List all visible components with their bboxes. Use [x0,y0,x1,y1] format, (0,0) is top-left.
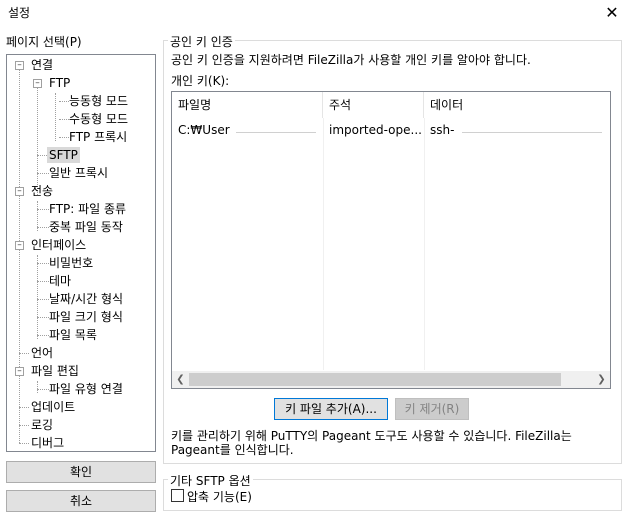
tree-item-file-editing[interactable]: 파일 편집 [29,363,81,379]
add-key-file-button[interactable]: 키 파일 추가(A)... [274,398,388,420]
tree-connector [19,69,20,443]
tree-connector [19,443,29,444]
tree-connector [19,425,29,426]
collapse-icon[interactable]: – [15,187,24,196]
pageant-note-line2: Pageant를 인식합니다. [171,443,294,457]
column-divider [424,118,425,370]
key-row-filename[interactable]: C:₩User [178,122,318,138]
pubkey-description: 공인 키 인증을 지원하려면 FileZilla가 사용할 개인 키를 알아야 … [171,53,531,67]
tree-item-interface[interactable]: 인터페이스 [29,237,88,253]
scrollbar-thumb[interactable] [189,373,561,386]
tree-connector [19,407,29,408]
tree-connector [37,85,38,195]
tree-item-language[interactable]: 언어 [29,345,55,361]
key-row-data[interactable]: ssh- [430,122,470,138]
tree-connector [55,93,56,141]
collapse-icon[interactable]: – [15,367,24,376]
tree-item-passive-mode[interactable]: 수동형 모드 [67,111,130,127]
tree-connector [19,353,29,354]
tree-item-active-mode[interactable]: 능동형 모드 [67,93,130,109]
tree-item-ftp[interactable]: FTP [47,75,72,91]
tree-item-ftp-proxy[interactable]: FTP 프록시 [67,129,129,145]
tree-item-date-time[interactable]: 날짜/시간 형식 [47,291,125,307]
compression-checkbox[interactable] [171,489,184,502]
cancel-button[interactable]: 취소 [6,490,156,512]
tree-item-filetype-assoc[interactable]: 파일 유형 연결 [47,381,125,397]
tree-item-themes[interactable]: 테마 [47,273,73,289]
collapse-icon[interactable]: – [33,79,42,88]
close-icon[interactable]: ✕ [600,0,624,24]
tree-item-generic-proxy[interactable]: 일반 프록시 [47,165,110,181]
column-divider [323,118,324,370]
tree-item-connection[interactable]: 연결 [29,57,55,73]
title-bar: 설정 ✕ [0,0,628,24]
tree-item-transfers[interactable]: 전송 [29,183,55,199]
other-sftp-group-title: 기타 SFTP 옵션 [168,472,253,489]
collapse-icon[interactable]: – [15,241,24,250]
scroll-right-icon[interactable]: ❯ [593,371,610,388]
column-header-data[interactable]: 데이터 [424,92,610,118]
tree-connector [37,255,38,339]
horizontal-scrollbar[interactable]: ❮ ❯ [172,371,610,388]
tree-item-file-types[interactable]: FTP: 파일 종류 [47,201,128,217]
redaction-mark [462,132,602,133]
private-keys-label: 개인 키(K): [171,74,230,88]
tree-item-filesize[interactable]: 파일 크기 형식 [47,309,125,325]
settings-tree[interactable]: – – – – – 연결 FTP 능동형 모드 수동형 모드 FTP 프록시 S… [6,54,156,452]
tree-connector [37,381,38,393]
window-title: 설정 [8,6,31,20]
tree-item-debug[interactable]: 디버그 [29,435,66,451]
tree-item-updates[interactable]: 업데이트 [29,399,77,415]
scroll-left-icon[interactable]: ❮ [172,371,189,388]
private-key-list[interactable]: 파일명 주석 데이터 C:₩User imported-ope... ssh- … [171,91,611,389]
compression-label[interactable]: 압축 기능(E) [187,488,252,505]
column-header-comment[interactable]: 주석 [323,92,424,118]
tree-item-passwords[interactable]: 비밀번호 [47,255,95,271]
tree-item-duplicate-action[interactable]: 중복 파일 동작 [47,219,125,235]
tree-item-logging[interactable]: 로깅 [29,417,55,433]
redaction-mark [236,132,316,133]
tree-item-sftp[interactable]: SFTP [47,147,80,163]
page-select-label: 페이지 선택(P) [6,35,82,49]
ok-button[interactable]: 확인 [6,461,156,483]
tree-item-file-lists[interactable]: 파일 목록 [47,327,99,343]
remove-key-button[interactable]: 키 제거(R) [395,398,469,420]
pubkey-group-title: 공인 키 인증 [168,33,235,50]
key-row-comment[interactable]: imported-ope... [329,122,421,138]
column-header-filename[interactable]: 파일명 [172,92,323,118]
collapse-icon[interactable]: – [15,61,24,70]
